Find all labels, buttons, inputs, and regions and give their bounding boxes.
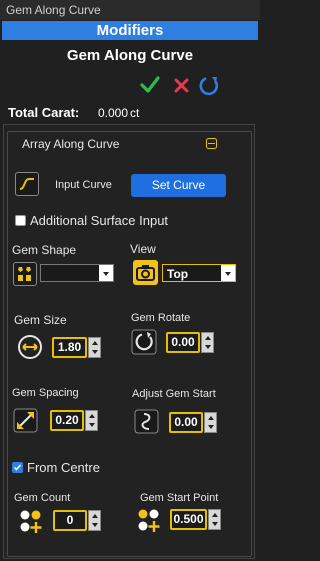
gem-count-input[interactable]: 0 [53,510,87,531]
view-selected: Top [167,267,189,281]
adjust-gem-start-stepper[interactable] [204,412,217,433]
gem-spacing-input[interactable]: 0.20 [50,410,84,431]
cancel-button[interactable] [174,78,189,93]
page-title: Gem Along Curve [66,47,194,64]
input-curve-label: Input Curve [55,179,112,191]
total-carat-unit: ct [130,106,140,120]
gem-count-icon [18,509,43,534]
camera-icon [136,265,155,281]
refresh-icon [199,77,219,96]
gem-count-stepper[interactable] [88,510,101,531]
gem-spacing-value: 0.20 [55,413,79,427]
confirm-button[interactable] [140,76,160,94]
from-centre-label: From Centre [27,460,100,475]
modifiers-header: Modifiers [2,21,258,40]
view-camera-button[interactable] [133,260,158,285]
gem-shape-select[interactable] [40,264,114,282]
gem-size-value: 1.80 [57,340,82,354]
window-titlebar: Gem Along Curve [0,0,260,20]
gem-count-label: Gem Count [14,492,71,504]
gem-size-icon [17,334,43,360]
gem-shape-icon-button[interactable] [13,262,37,286]
gem-start-point-value: 0.500 [173,512,204,526]
gem-spacing-icon [13,408,38,433]
total-carat-value: 0.000 [98,106,129,120]
additional-surface-checkbox[interactable] [15,215,26,226]
gem-size-label: Gem Size [14,313,67,327]
gem-spacing-stepper[interactable] [85,410,98,431]
window-title: Gem Along Curve [6,3,101,17]
gem-start-point-label: Gem Start Point [140,492,219,504]
collapse-button[interactable] [206,138,217,149]
view-select[interactable]: Top [162,264,236,282]
view-label: View [130,242,156,256]
refresh-button[interactable] [198,75,220,97]
gem-size-input[interactable]: 1.80 [52,337,87,358]
total-carat-label: Total Carat: [8,105,80,120]
additional-surface-label: Additional Surface Input [30,213,169,228]
adjust-gem-start-input[interactable]: 0.00 [169,412,203,433]
gem-rotate-input[interactable]: 0.00 [166,332,200,353]
gem-rotate-stepper[interactable] [201,332,214,353]
check-icon [140,76,160,93]
gem-count-value: 0 [66,513,74,527]
adjust-gem-start-label: Adjust Gem Start [132,388,216,400]
gem-start-point-input[interactable]: 0.500 [170,509,207,530]
gem-rotate-icon [131,329,157,355]
gem-size-stepper[interactable] [88,337,101,358]
from-centre-checkbox[interactable] [12,462,23,473]
gem-rotate-label: Gem Rotate [131,312,191,324]
gem-shape-icon [18,267,31,281]
adjust-gem-start-icon [134,409,159,434]
input-curve-icon-button[interactable] [15,172,39,196]
gem-spacing-label: Gem Spacing [12,387,79,399]
chevron-down-icon [221,265,235,281]
modifiers-label: Modifiers [96,22,164,39]
gem-start-point-icon [136,508,161,533]
checkmark-icon [13,464,22,471]
group-title: Array Along Curve [22,137,120,151]
curve-icon [19,178,34,190]
adjust-gem-start-value: 0.00 [174,415,198,429]
close-icon [174,78,189,93]
chevron-down-icon [99,265,113,281]
collapse-icon [206,138,217,149]
gem-shape-label: Gem Shape [12,243,77,257]
gem-start-point-stepper[interactable] [208,509,221,530]
set-curve-button[interactable]: Set Curve [131,174,226,197]
gem-rotate-value: 0.00 [171,335,195,349]
